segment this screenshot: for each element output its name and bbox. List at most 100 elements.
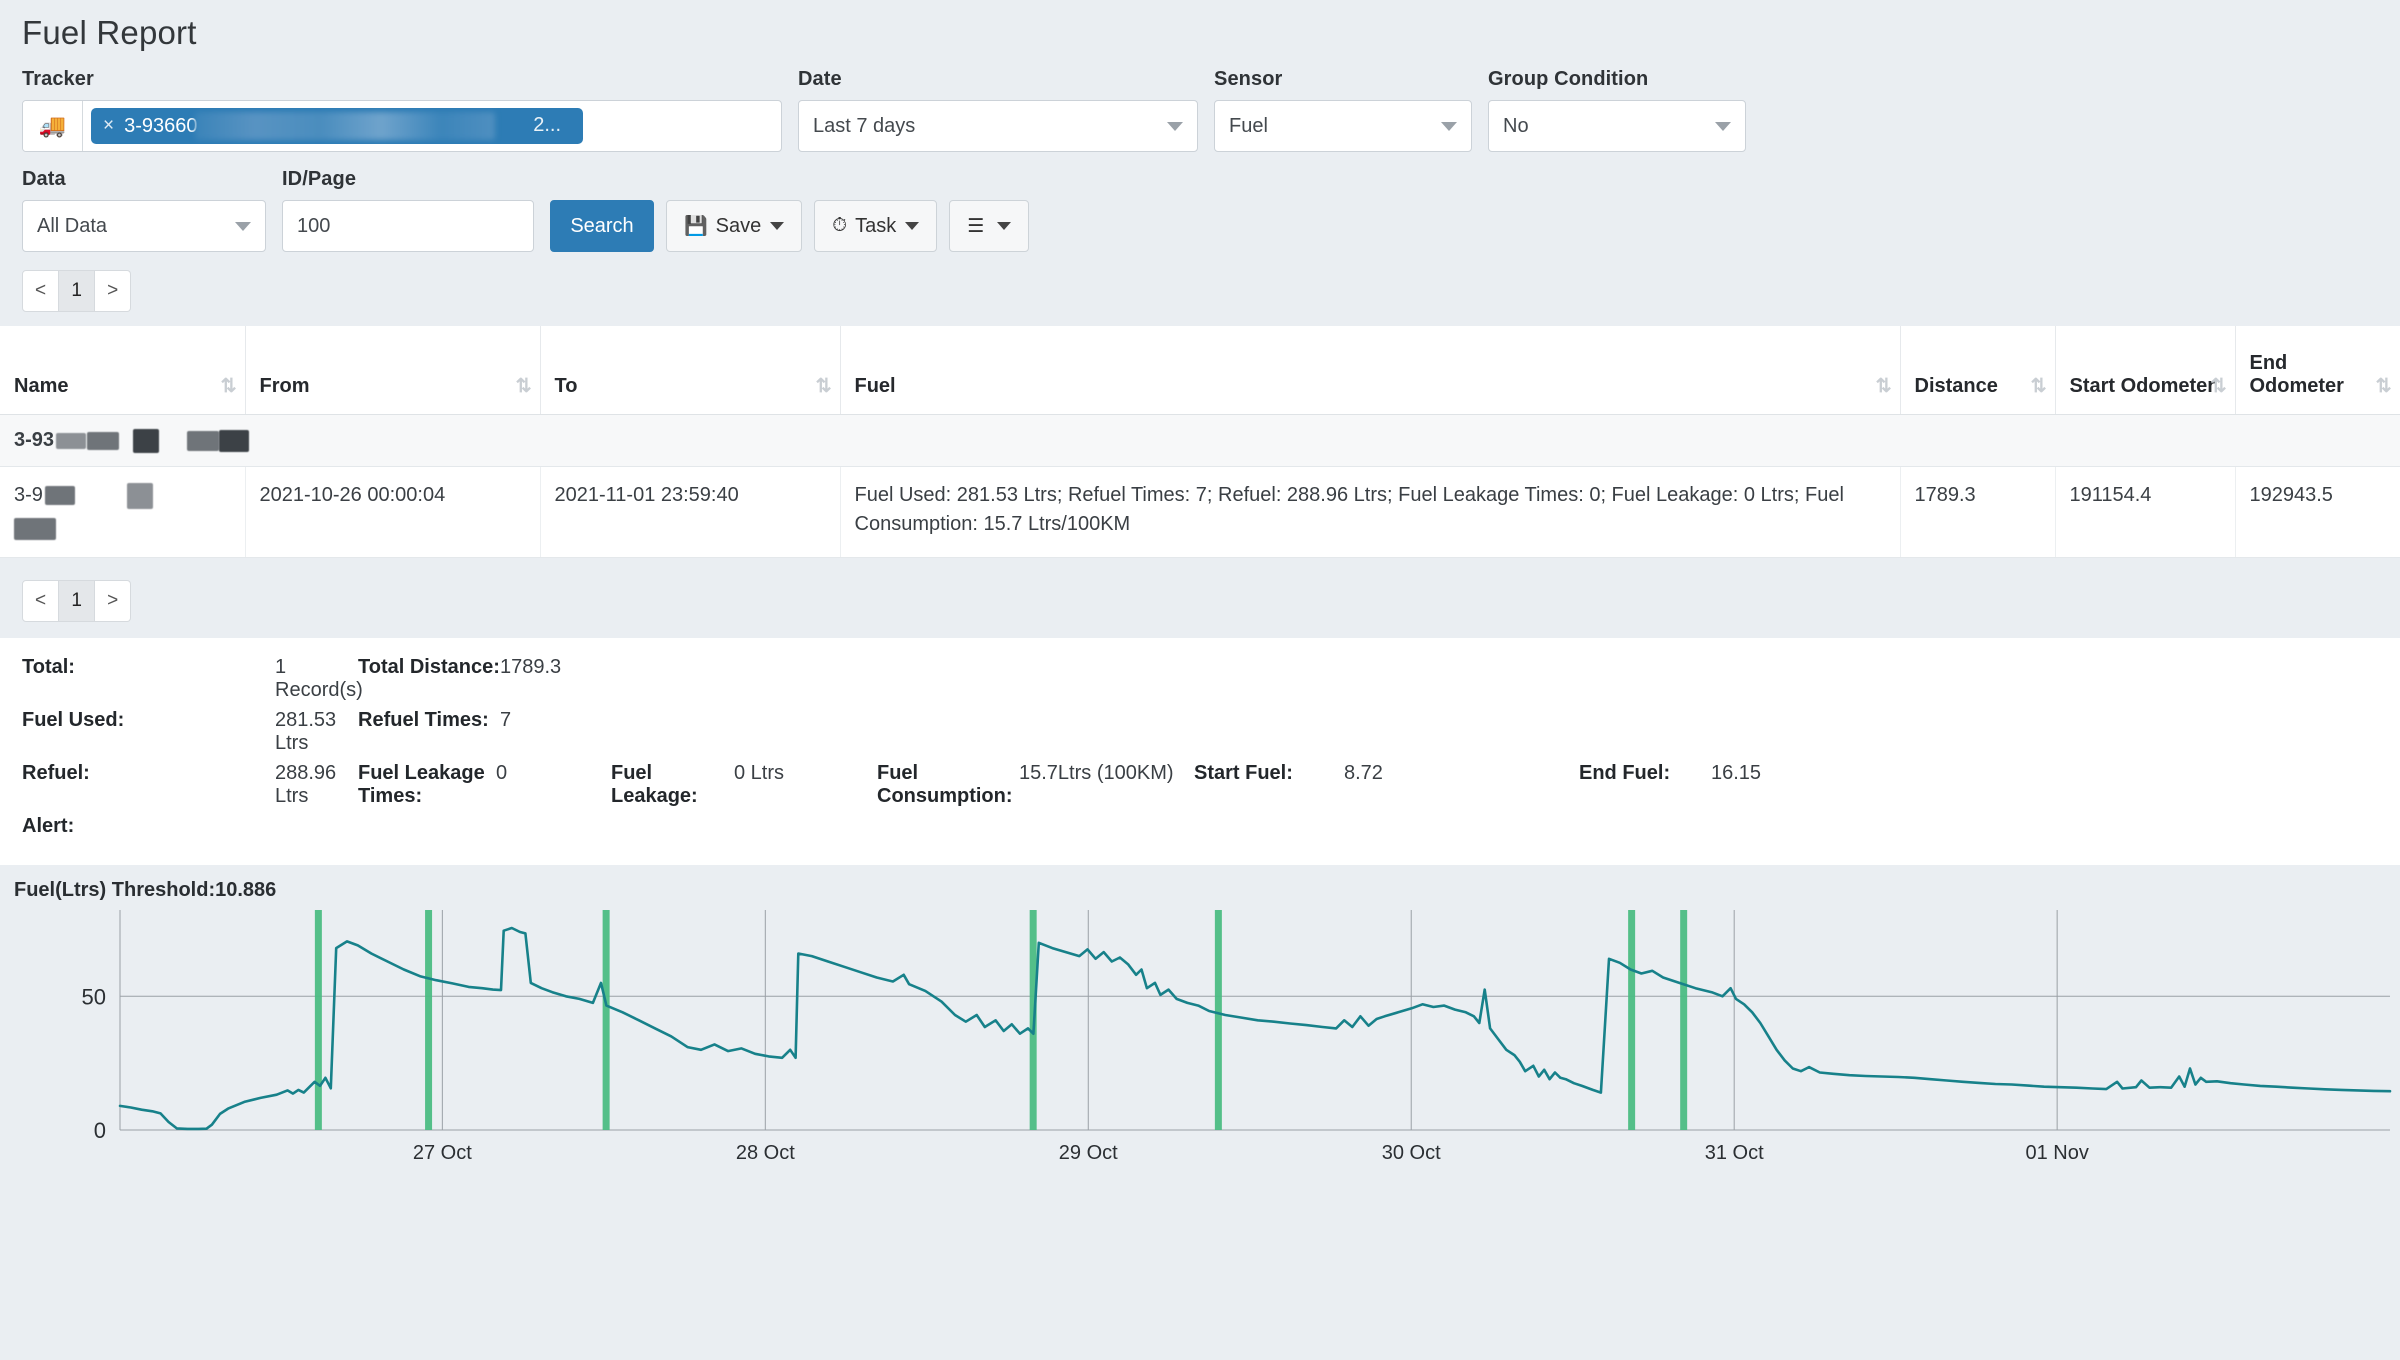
date-label: Date: [798, 68, 842, 90]
redaction-block: [187, 430, 220, 451]
cell-from: 2021-10-26 00:00:04: [245, 466, 541, 558]
sort-icon[interactable]: ⇅: [2376, 375, 2392, 398]
pagination-next-button[interactable]: >: [95, 270, 132, 312]
search-button[interactable]: Search: [550, 200, 654, 252]
sort-icon[interactable]: ⇅: [221, 375, 237, 398]
filter-panel: Tracker 🚚 × 3-93660 2... Date Last 7 day…: [0, 52, 2400, 252]
redaction-block: [219, 429, 250, 452]
data-select[interactable]: All Data: [22, 200, 266, 252]
summary-fuel-consumption-label: Fuel Consumption:: [877, 762, 1013, 807]
page-title: Fuel Report: [22, 14, 197, 51]
summary-total-distance-label: Total Distance:: [358, 656, 500, 678]
column-header-fuel[interactable]: Fuel ⇅: [840, 326, 1901, 415]
sensor-filter-group: Sensor Fuel: [1214, 68, 1472, 152]
chart-x-label: 01 Nov: [2025, 1142, 2089, 1164]
pagination-prev-button[interactable]: <: [22, 270, 60, 312]
date-select[interactable]: Last 7 days: [798, 100, 1198, 152]
column-header-distance-label: Distance: [1914, 375, 1998, 397]
chevron-down-icon: [770, 222, 785, 230]
summary-fuel-used-label: Fuel Used:: [22, 709, 125, 731]
pagination-prev-button[interactable]: <: [22, 580, 60, 622]
column-header-end-odometer[interactable]: End Odometer ⇅: [2235, 326, 2400, 415]
chevron-down-icon: [1167, 121, 1183, 131]
chevron-down-icon: [905, 222, 920, 230]
save-button[interactable]: 💾 Save: [666, 200, 803, 252]
date-filter-group: Date Last 7 days: [798, 68, 1198, 152]
group-condition-select[interactable]: No: [1488, 100, 1746, 152]
sort-icon[interactable]: ⇅: [516, 375, 532, 398]
tracker-tag-label: 3-93660: [124, 114, 198, 137]
column-header-name[interactable]: Name ⇅: [0, 326, 246, 415]
chart-x-label: 29 Oct: [1058, 1142, 1118, 1164]
sensor-select-value: Fuel: [1229, 114, 1268, 137]
tracker-picker-button[interactable]: 🚚: [23, 101, 83, 151]
tracker-filter-group: Tracker 🚚 × 3-93660 2...: [22, 68, 782, 152]
column-header-start-odometer[interactable]: Start Odometer ⇅: [2055, 326, 2236, 415]
sort-icon[interactable]: ⇅: [816, 375, 832, 398]
cell-start-odometer: 191154.4: [2055, 466, 2236, 558]
summary-alert-label: Alert:: [22, 815, 75, 837]
column-header-fuel-label: Fuel: [854, 375, 896, 397]
chart-x-label: 31 Oct: [1704, 1142, 1764, 1164]
clock-icon: ⏱: [832, 215, 848, 236]
sensor-select[interactable]: Fuel: [1214, 100, 1472, 152]
table-group-row-cell: 3-93: [0, 414, 2400, 467]
column-header-start-odometer-label: Start Odometer: [2069, 375, 2216, 397]
pagination-bottom: < 1 >: [0, 558, 2400, 622]
sort-icon[interactable]: ⇅: [1876, 375, 1892, 398]
hamburger-icon: ☰: [967, 215, 985, 237]
sort-icon[interactable]: ⇅: [2211, 375, 2227, 398]
summary-refuel-value: 288.96 Ltrs: [275, 762, 337, 807]
summary-end-fuel-label: End Fuel:: [1579, 762, 1671, 784]
pagination-next-button[interactable]: >: [95, 580, 132, 622]
chart-x-label: 30 Oct: [1381, 1142, 1441, 1164]
pagination-page-1[interactable]: 1: [59, 580, 96, 622]
id-page-label: ID/Page: [282, 168, 357, 190]
tracker-tag[interactable]: × 3-93660 2...: [91, 108, 583, 144]
svg-text:50: 50: [82, 984, 106, 1009]
summary-refuel-label: Refuel:: [22, 762, 90, 784]
column-header-to[interactable]: To ⇅: [540, 326, 841, 415]
table-row[interactable]: 3-9 2021-10-26 00:00:04 2021-11-01 23:59…: [0, 466, 2400, 558]
data-select-value: All Data: [37, 214, 108, 237]
chevron-down-icon: [1715, 121, 1731, 131]
summary-row-4: Alert:: [22, 815, 2378, 838]
id-page-input-wrap[interactable]: 100: [282, 200, 534, 252]
summary-refuel-times-value: 7: [500, 709, 512, 731]
more-menu-button[interactable]: ☰: [949, 200, 1030, 252]
task-button-label: Task: [855, 214, 897, 237]
column-header-end-odometer-label: End Odometer: [2249, 352, 2344, 397]
report-table: Name ⇅ From ⇅ To ⇅ Fuel ⇅ Distance ⇅ Sta…: [0, 326, 2400, 558]
fuel-report-page: Fuel Report Tracker 🚚 × 3-93660 2... Dat…: [0, 0, 2400, 1360]
redaction-block: [87, 431, 120, 450]
summary-panel: Total: 1 Record(s) Total Distance: 1789.…: [0, 638, 2400, 865]
truck-icon: 🚚: [38, 113, 67, 138]
column-header-distance[interactable]: Distance ⇅: [1900, 326, 2056, 415]
cell-name: 3-9: [0, 466, 246, 558]
redaction-block: [14, 517, 56, 540]
filter-row-2: Data All Data ID/Page 100 Search 💾 Save: [22, 168, 2378, 252]
table-header-row: Name ⇅ From ⇅ To ⇅ Fuel ⇅ Distance ⇅ Sta…: [0, 326, 2400, 415]
id-page-input[interactable]: 100: [297, 215, 330, 238]
chart-title: Fuel(Ltrs) Threshold:10.886: [14, 879, 277, 901]
tracker-multiselect[interactable]: 🚚 × 3-93660 2...: [22, 100, 782, 152]
tracker-selected-field[interactable]: × 3-93660 2...: [83, 101, 781, 151]
redaction-block: [126, 482, 153, 509]
tracker-tag-redaction: [195, 112, 495, 140]
fuel-chart[interactable]: 0 50 27 Oct 28 Oct 29 Oct 30 Oct 31 Oct 01 Nov: [0, 902, 2400, 1172]
task-button[interactable]: ⏱ Task: [814, 200, 938, 252]
column-header-name-label: Name: [14, 375, 69, 397]
chevron-down-icon: [235, 221, 251, 231]
pagination-page-1[interactable]: 1: [59, 270, 96, 312]
save-button-label: Save: [715, 214, 762, 237]
summary-start-fuel-label: Start Fuel:: [1194, 762, 1293, 784]
floppy-disk-icon: 💾: [684, 216, 708, 237]
chevron-down-icon: [1441, 121, 1457, 131]
column-header-from[interactable]: From ⇅: [245, 326, 541, 415]
tracker-tag-remove-icon[interactable]: ×: [103, 115, 114, 137]
redaction-block: [44, 486, 75, 506]
summary-total-distance-value: 1789.3: [500, 656, 562, 678]
summary-fuel-leakage-value: 0 Ltrs: [734, 762, 785, 784]
chart-x-axis-labels: 27 Oct 28 Oct 29 Oct 30 Oct 31 Oct 01 Nov: [0, 1142, 2400, 1172]
sort-icon[interactable]: ⇅: [2031, 375, 2047, 398]
